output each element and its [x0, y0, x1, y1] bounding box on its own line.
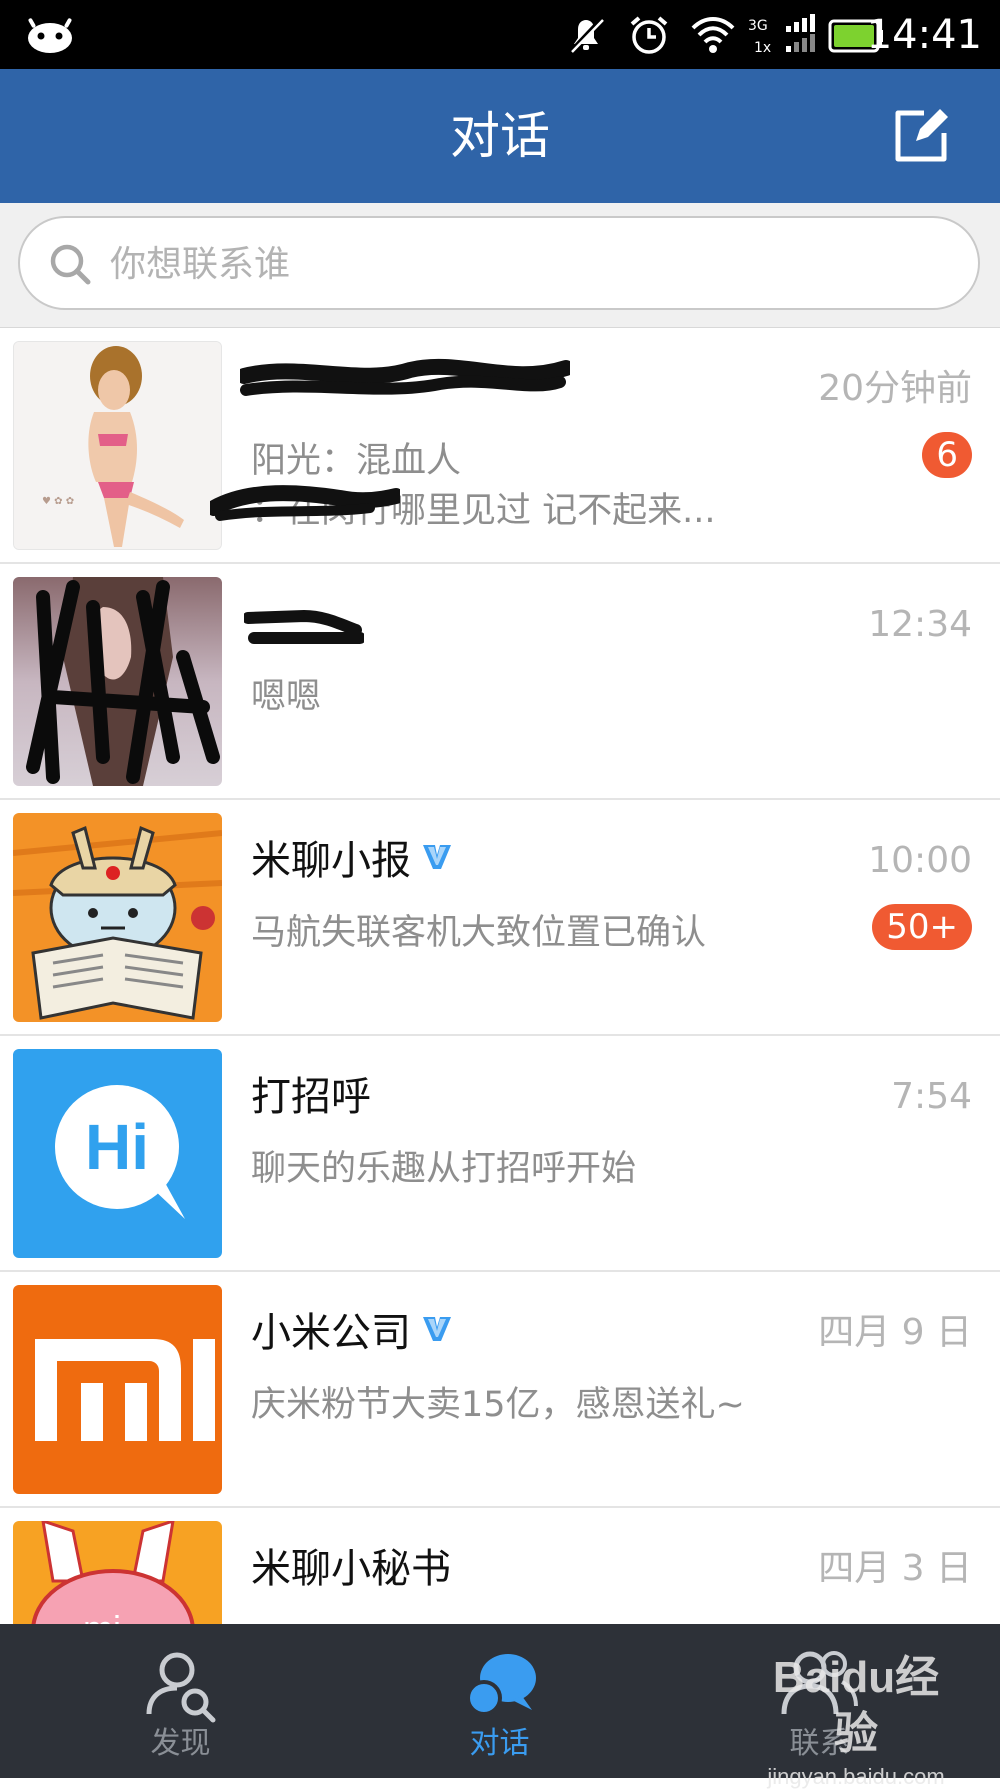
message-preview: 聊天的乐趣从打招呼开始 [251, 1149, 637, 1189]
mute-icon [568, 16, 604, 54]
conversation-row[interactable]: 12:34 嗯嗯 [0, 564, 1000, 800]
message-preview: 阳光：混血人 [251, 441, 462, 481]
mitu-newspaper-avatar [13, 813, 222, 1022]
discover-icon [146, 1652, 215, 1723]
tab-contacts[interactable]: 联系 [653, 1624, 986, 1778]
svg-text:1x: 1x [754, 40, 771, 56]
conversation-time: 20分钟前 [818, 368, 972, 409]
conversation-time: 四月 9 日 [818, 1312, 972, 1353]
unread-badge: 50+ [872, 904, 972, 950]
conversation-time: 12:34 [868, 604, 972, 645]
contact-name: 米聊小报 [251, 836, 453, 886]
message-preview: 马航失联客机大致位置已确认 [251, 913, 707, 953]
avatar [13, 577, 222, 786]
app-header: 对话 [0, 69, 1000, 203]
search-input[interactable] [108, 232, 952, 296]
redaction-scribble [240, 358, 570, 396]
svg-text:♥ ✿ ✿: ♥ ✿ ✿ [42, 496, 74, 507]
search-bar [0, 203, 1000, 328]
avatar [13, 1285, 222, 1494]
svg-text:mi: mi [83, 1608, 121, 1624]
verified-icon [423, 1317, 451, 1341]
contacts-icon [781, 1651, 858, 1715]
alarm-icon [630, 16, 668, 54]
contact-name: 打招呼 [251, 1074, 371, 1120]
status-time: 14:41 [866, 12, 982, 58]
redaction-scribble [244, 609, 364, 644]
conversation-row[interactable]: Hi 打招呼 7:54 聊天的乐趣从打招呼开始 [0, 1036, 1000, 1272]
hi-bubble-avatar: Hi [13, 1049, 222, 1258]
contact-name: 小米公司 [251, 1308, 453, 1358]
conversation-time: 10:00 [868, 840, 972, 881]
photo-avatar-image [13, 577, 222, 786]
svg-text:Hi: Hi [85, 1111, 149, 1183]
signal-icon: 3G 1x [748, 14, 815, 56]
mitu-avatar: mi [13, 1521, 222, 1624]
compose-icon[interactable] [890, 105, 952, 167]
wifi-icon [691, 17, 735, 53]
conversation-time: 7:54 [891, 1076, 972, 1117]
photo-avatar-image: ♥ ✿ ✿ [14, 342, 221, 549]
message-preview-line2: ：在闵行哪里见过 记不起来... [251, 491, 716, 531]
conversation-row[interactable]: 小米公司 四月 9 日 庆米粉节大卖15亿，感恩送礼~ [0, 1272, 1000, 1508]
svg-text:3G: 3G [748, 18, 768, 34]
contact-name-text: 小米公司 [251, 1310, 411, 1356]
chat-icon [465, 1654, 536, 1716]
contact-name-text: 米聊小报 [251, 838, 411, 884]
status-bar: 3G 1x 14:41 [0, 0, 1000, 69]
conversation-row[interactable]: ♥ ✿ ✿ 20分钟前 阳光：混血人 ：在闵行哪里见过 记不起来... 6 [0, 328, 1000, 564]
search-box[interactable] [18, 216, 980, 310]
contact-name: 米聊小秘书 [251, 1546, 451, 1592]
search-icon [50, 244, 91, 285]
tab-label: 发现 [150, 1726, 211, 1761]
avatar: mi [13, 1521, 222, 1624]
message-preview: 庆米粉节大卖15亿，感恩送礼~ [251, 1385, 745, 1425]
unread-badge: 6 [922, 432, 972, 478]
mi-logo-avatar [13, 1285, 222, 1494]
tab-label: 联系 [789, 1726, 850, 1761]
conversation-row[interactable]: mi 米聊小秘书 四月 3 日 [0, 1508, 1000, 1624]
android-icon [28, 18, 72, 53]
avatar: ♥ ✿ ✿ [13, 341, 222, 550]
avatar [13, 813, 222, 1022]
tab-discover[interactable]: 发现 [14, 1624, 347, 1778]
bottom-tab-bar: 发现 对话 联系 [0, 1624, 1000, 1778]
tab-label: 对话 [469, 1726, 530, 1761]
tab-chat[interactable]: 对话 [333, 1624, 666, 1778]
verified-icon [423, 845, 451, 869]
conversation-time: 四月 3 日 [818, 1548, 972, 1589]
page-title: 对话 [450, 107, 550, 165]
conversation-row[interactable]: 米聊小报 10:00 马航失联客机大致位置已确认 50+ [0, 800, 1000, 1036]
message-preview: 嗯嗯 [251, 677, 322, 717]
conversation-list: ♥ ✿ ✿ 20分钟前 阳光：混血人 ：在闵行哪里见过 记不起来... 6 12… [0, 328, 1000, 1624]
avatar: Hi [13, 1049, 222, 1258]
